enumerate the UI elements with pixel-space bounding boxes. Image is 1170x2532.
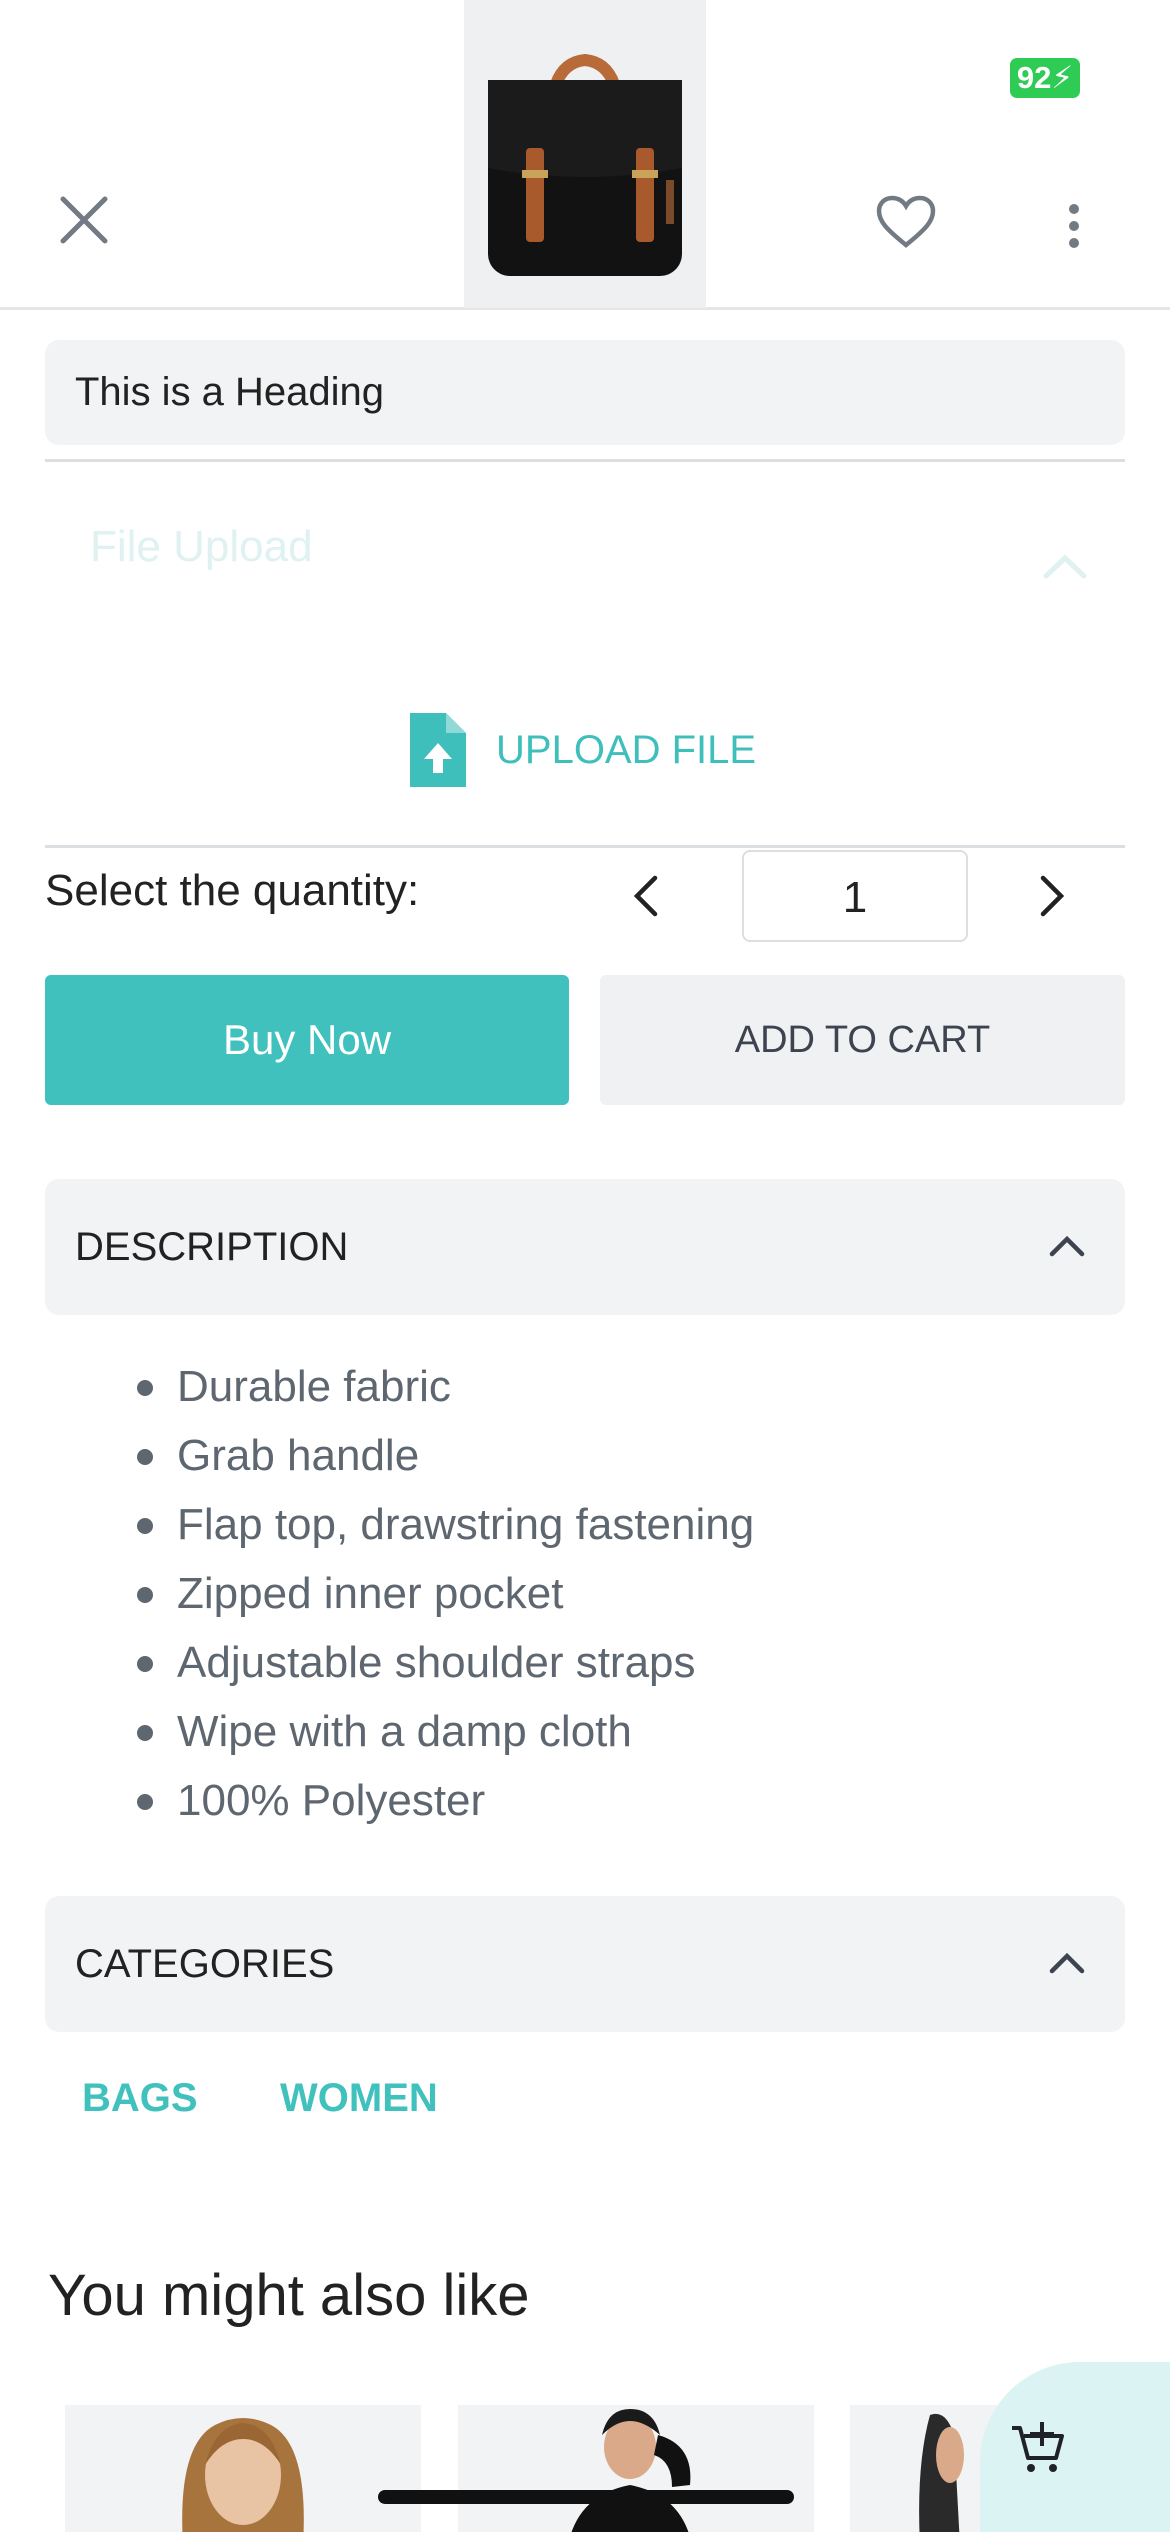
divider bbox=[45, 845, 1125, 848]
chevron-left-icon bbox=[633, 875, 658, 917]
product-header: 92⚡ bbox=[0, 0, 1170, 310]
add-shopping-cart-icon bbox=[1012, 2422, 1064, 2472]
quantity-increase-button[interactable] bbox=[1028, 864, 1078, 928]
list-item: Wipe with a damp cloth bbox=[135, 1697, 754, 1766]
list-item: 100% Polyester bbox=[135, 1766, 754, 1835]
product-card-image bbox=[65, 2405, 421, 2532]
divider bbox=[45, 459, 1125, 462]
description-list: Durable fabric Grab handle Flap top, dra… bbox=[135, 1352, 754, 1835]
list-item: Zipped inner pocket bbox=[135, 1559, 754, 1628]
categories-title: CATEGORIES bbox=[75, 1942, 335, 1986]
home-indicator bbox=[378, 2490, 794, 2504]
list-item: Flap top, drawstring fastening bbox=[135, 1490, 754, 1559]
related-products-title: You might also like bbox=[48, 2263, 530, 2328]
favorite-button[interactable] bbox=[864, 180, 948, 264]
description-accordion-header[interactable]: DESCRIPTION bbox=[45, 1179, 1125, 1315]
quantity-decrease-button[interactable] bbox=[620, 864, 670, 928]
description-title: DESCRIPTION bbox=[75, 1225, 349, 1269]
close-button[interactable] bbox=[44, 180, 124, 260]
chevron-up-icon[interactable] bbox=[1040, 552, 1090, 582]
chevron-up-icon bbox=[1049, 1235, 1085, 1257]
quantity-label: Select the quantity: bbox=[45, 866, 420, 915]
list-item: Durable fabric bbox=[135, 1352, 754, 1421]
list-item: Grab handle bbox=[135, 1421, 754, 1490]
product-heading: This is a Heading bbox=[45, 340, 1125, 445]
add-to-cart-button[interactable]: ADD TO CART bbox=[600, 975, 1125, 1105]
battery-indicator: 92⚡ bbox=[1010, 58, 1080, 98]
more-vert-icon bbox=[1069, 204, 1079, 248]
close-icon bbox=[60, 196, 108, 244]
file-upload-label: File Upload bbox=[90, 522, 313, 571]
quantity-field[interactable]: 1 bbox=[742, 850, 968, 942]
upload-file-button[interactable]: UPLOAD FILE bbox=[410, 710, 756, 790]
list-item: Adjustable shoulder straps bbox=[135, 1628, 754, 1697]
cart-fab[interactable] bbox=[980, 2362, 1170, 2532]
chevron-right-icon bbox=[1040, 875, 1065, 917]
product-card[interactable] bbox=[65, 2405, 421, 2532]
charging-icon: ⚡ bbox=[1051, 60, 1074, 95]
file-upload-icon bbox=[410, 713, 466, 787]
category-link-women[interactable]: WOMEN bbox=[280, 2076, 438, 2121]
chevron-up-icon bbox=[1049, 1952, 1085, 1974]
product-card-image bbox=[458, 2405, 814, 2532]
category-link-bags[interactable]: BAGS bbox=[82, 2076, 198, 2121]
battery-level: 92 bbox=[1016, 60, 1052, 95]
more-options-button[interactable] bbox=[1044, 186, 1104, 266]
product-image bbox=[464, 0, 706, 308]
categories-accordion-header[interactable]: CATEGORIES bbox=[45, 1896, 1125, 2032]
heart-icon bbox=[876, 195, 936, 248]
upload-file-label: UPLOAD FILE bbox=[496, 727, 757, 772]
buy-now-button[interactable]: Buy Now bbox=[45, 975, 569, 1105]
product-card[interactable] bbox=[458, 2405, 814, 2532]
